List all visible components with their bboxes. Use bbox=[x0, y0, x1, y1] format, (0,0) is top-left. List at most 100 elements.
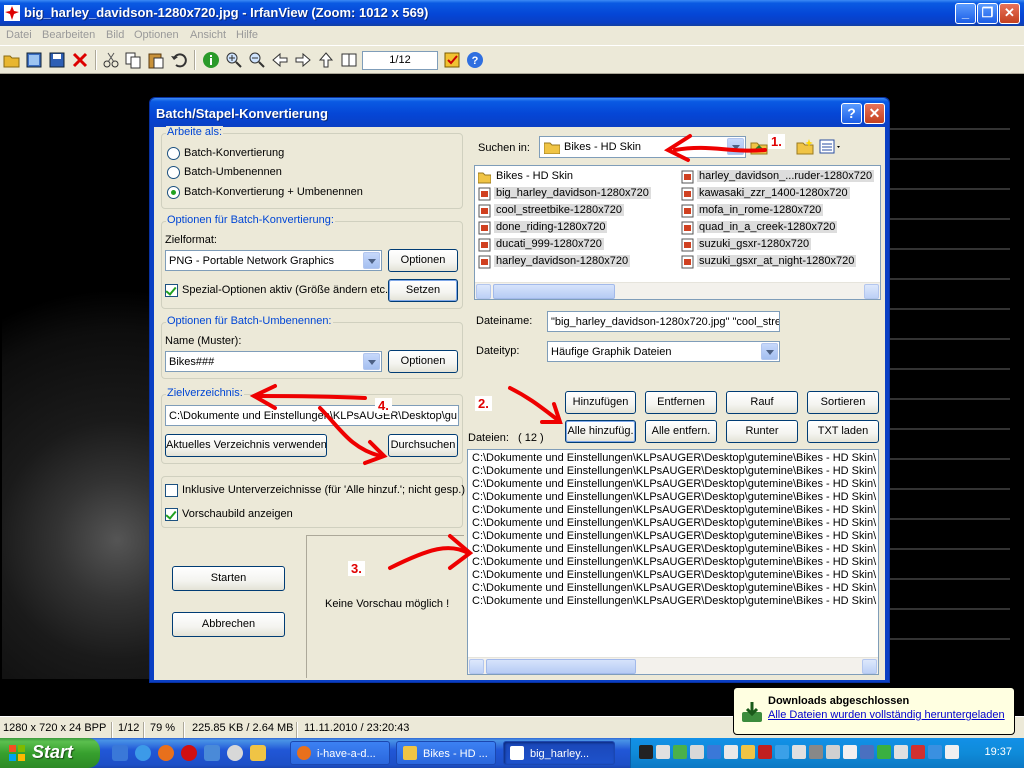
previous-icon[interactable] bbox=[271, 51, 289, 69]
zoom-in-icon[interactable] bbox=[225, 51, 243, 69]
scroll-right-arrow[interactable] bbox=[864, 284, 879, 299]
radio-batch-rename-label[interactable]: Batch-Umbenennen bbox=[184, 166, 282, 178]
filetype-select[interactable]: Häufige Graphik Dateien bbox=[547, 341, 780, 362]
add-button[interactable]: Hinzufügen bbox=[565, 391, 636, 414]
use-current-dir-button[interactable]: Aktuelles Verzeichnis verwenden bbox=[165, 434, 327, 457]
cut-icon[interactable] bbox=[102, 51, 120, 69]
start-button[interactable]: Starten bbox=[172, 566, 285, 591]
special-options-label[interactable]: Spezial-Optionen aktiv (Größe ändern etc… bbox=[182, 284, 392, 296]
browse-button[interactable]: Durchsuchen bbox=[388, 434, 458, 457]
menu-edit[interactable]: Bearbeiten bbox=[42, 29, 95, 41]
tray-icon[interactable] bbox=[877, 745, 891, 759]
files-hscrollbar[interactable] bbox=[468, 657, 878, 674]
sort-button[interactable]: Sortieren bbox=[807, 391, 879, 414]
file-list-row[interactable]: C:\Dokumente und Einstellungen\KLPsAUGER… bbox=[472, 569, 876, 582]
menu-view[interactable]: Ansicht bbox=[190, 29, 226, 41]
tray-icon[interactable] bbox=[911, 745, 925, 759]
undo-icon[interactable] bbox=[170, 51, 188, 69]
firefox-icon[interactable] bbox=[158, 745, 174, 761]
tray-icon[interactable] bbox=[826, 745, 840, 759]
scroll-right-arrow[interactable] bbox=[862, 659, 877, 674]
menu-help[interactable]: Hilfe bbox=[236, 29, 258, 41]
file-list-row[interactable]: C:\Dokumente und Einstellungen\KLPsAUGER… bbox=[472, 556, 876, 569]
search-in-select[interactable]: Bikes - HD Skin bbox=[539, 136, 746, 158]
show-preview-label[interactable]: Vorschaubild anzeigen bbox=[182, 508, 293, 520]
show-desktop-icon[interactable] bbox=[112, 745, 128, 761]
task-button-irfanview[interactable]: big_harley... bbox=[503, 741, 615, 765]
rename-options-button[interactable]: Optionen bbox=[388, 350, 458, 373]
file-list-row[interactable]: C:\Dokumente und Einstellungen\KLPsAUGER… bbox=[472, 582, 876, 595]
minimize-button[interactable]: _ bbox=[955, 3, 976, 24]
chevron-down-icon[interactable] bbox=[363, 252, 380, 269]
chevron-down-icon[interactable] bbox=[761, 343, 778, 360]
file-list-row[interactable]: C:\Dokumente und Einstellungen\KLPsAUGER… bbox=[472, 465, 876, 478]
opera-icon[interactable] bbox=[181, 745, 197, 761]
dialog-help-button[interactable]: ? bbox=[841, 103, 862, 124]
properties-icon[interactable] bbox=[443, 51, 461, 69]
file-list-row[interactable]: C:\Dokumente und Einstellungen\KLPsAUGER… bbox=[472, 491, 876, 504]
radio-batch-convert[interactable] bbox=[167, 147, 180, 160]
file-browser-list[interactable]: Bikes - HD Skin big_harley_davidson-1280x… bbox=[474, 165, 881, 300]
file-list-row[interactable]: C:\Dokumente und Einstellungen\KLPsAUGER… bbox=[472, 478, 876, 491]
paste-icon[interactable] bbox=[147, 51, 165, 69]
help-icon[interactable]: ? bbox=[466, 51, 484, 69]
file-list-row[interactable]: C:\Dokumente und Einstellungen\KLPsAUGER… bbox=[472, 452, 876, 465]
set-button[interactable]: Setzen bbox=[388, 279, 458, 302]
name-pattern-select[interactable]: Bikes### bbox=[165, 351, 382, 372]
format-options-button[interactable]: Optionen bbox=[388, 249, 458, 272]
view-menu-icon[interactable] bbox=[819, 138, 843, 156]
special-options-checkbox[interactable] bbox=[165, 284, 178, 297]
clock[interactable]: 19:37 bbox=[984, 746, 1012, 758]
dialog-close-button[interactable]: ✕ bbox=[864, 103, 885, 124]
file-list-row[interactable]: C:\Dokumente und Einstellungen\KLPsAUGER… bbox=[472, 517, 876, 530]
internet-explorer-icon[interactable] bbox=[135, 745, 151, 761]
menu-image[interactable]: Bild bbox=[106, 29, 124, 41]
tray-icon[interactable] bbox=[707, 745, 721, 759]
tray-icon[interactable] bbox=[758, 745, 772, 759]
tray-icon[interactable] bbox=[775, 745, 789, 759]
new-folder-icon[interactable] bbox=[796, 138, 814, 156]
thumbnails-icon[interactable] bbox=[25, 51, 43, 69]
next-icon[interactable] bbox=[294, 51, 312, 69]
open-icon[interactable] bbox=[3, 51, 21, 69]
task-button-firefox[interactable]: i-have-a-d... bbox=[290, 741, 390, 765]
quicklaunch-app-icon[interactable] bbox=[204, 745, 220, 761]
media-player-icon[interactable] bbox=[227, 745, 243, 761]
tray-icon[interactable] bbox=[792, 745, 806, 759]
menu-file[interactable]: Datei bbox=[6, 29, 32, 41]
download-notification[interactable]: Downloads abgeschlossen Alle Dateien wur… bbox=[733, 687, 1015, 735]
move-up-button[interactable]: Rauf bbox=[726, 391, 798, 414]
include-subdirs-label[interactable]: Inklusive Unterverzeichnisse (für 'Alle … bbox=[182, 484, 465, 496]
show-preview-checkbox[interactable] bbox=[165, 508, 178, 521]
info-icon[interactable] bbox=[202, 51, 220, 69]
tray-icon[interactable] bbox=[843, 745, 857, 759]
add-all-button[interactable]: Alle hinzufüg. bbox=[565, 420, 636, 443]
menu-options[interactable]: Optionen bbox=[134, 29, 179, 41]
radio-batch-convert-rename-label[interactable]: Batch-Konvertierung + Umbenennen bbox=[184, 186, 363, 198]
tray-icon[interactable] bbox=[860, 745, 874, 759]
zoom-out-icon[interactable] bbox=[248, 51, 266, 69]
tray-icon[interactable] bbox=[690, 745, 704, 759]
file-list-row[interactable]: C:\Dokumente und Einstellungen\KLPsAUGER… bbox=[472, 504, 876, 517]
radio-batch-convert-label[interactable]: Batch-Konvertierung bbox=[184, 147, 284, 159]
tray-icon[interactable] bbox=[656, 745, 670, 759]
load-txt-button[interactable]: TXT laden bbox=[807, 420, 879, 443]
explorer-icon[interactable] bbox=[250, 745, 266, 761]
remove-button[interactable]: Entfernen bbox=[645, 391, 717, 414]
start-button[interactable]: Start bbox=[0, 738, 100, 768]
tray-icon[interactable] bbox=[809, 745, 823, 759]
file-list-row[interactable]: C:\Dokumente und Einstellungen\KLPsAUGER… bbox=[472, 595, 876, 608]
file-list-row[interactable]: C:\Dokumente und Einstellungen\KLPsAUGER… bbox=[472, 530, 876, 543]
tray-icon[interactable] bbox=[673, 745, 687, 759]
radio-batch-convert-rename[interactable] bbox=[167, 186, 180, 199]
up-folder-icon[interactable] bbox=[750, 138, 768, 156]
scroll-left-arrow[interactable] bbox=[469, 659, 484, 674]
filename-input[interactable]: "big_harley_davidson-1280x720.jpg" "cool… bbox=[547, 311, 780, 332]
move-down-button[interactable]: Runter bbox=[726, 420, 798, 443]
chevron-down-icon[interactable] bbox=[363, 353, 380, 370]
remove-all-button[interactable]: Alle entfern. bbox=[645, 420, 717, 443]
slideshow-icon[interactable] bbox=[340, 51, 358, 69]
chevron-down-icon[interactable] bbox=[727, 138, 744, 155]
cancel-button[interactable]: Abbrechen bbox=[172, 612, 285, 637]
include-subdirs-checkbox[interactable] bbox=[165, 484, 178, 497]
